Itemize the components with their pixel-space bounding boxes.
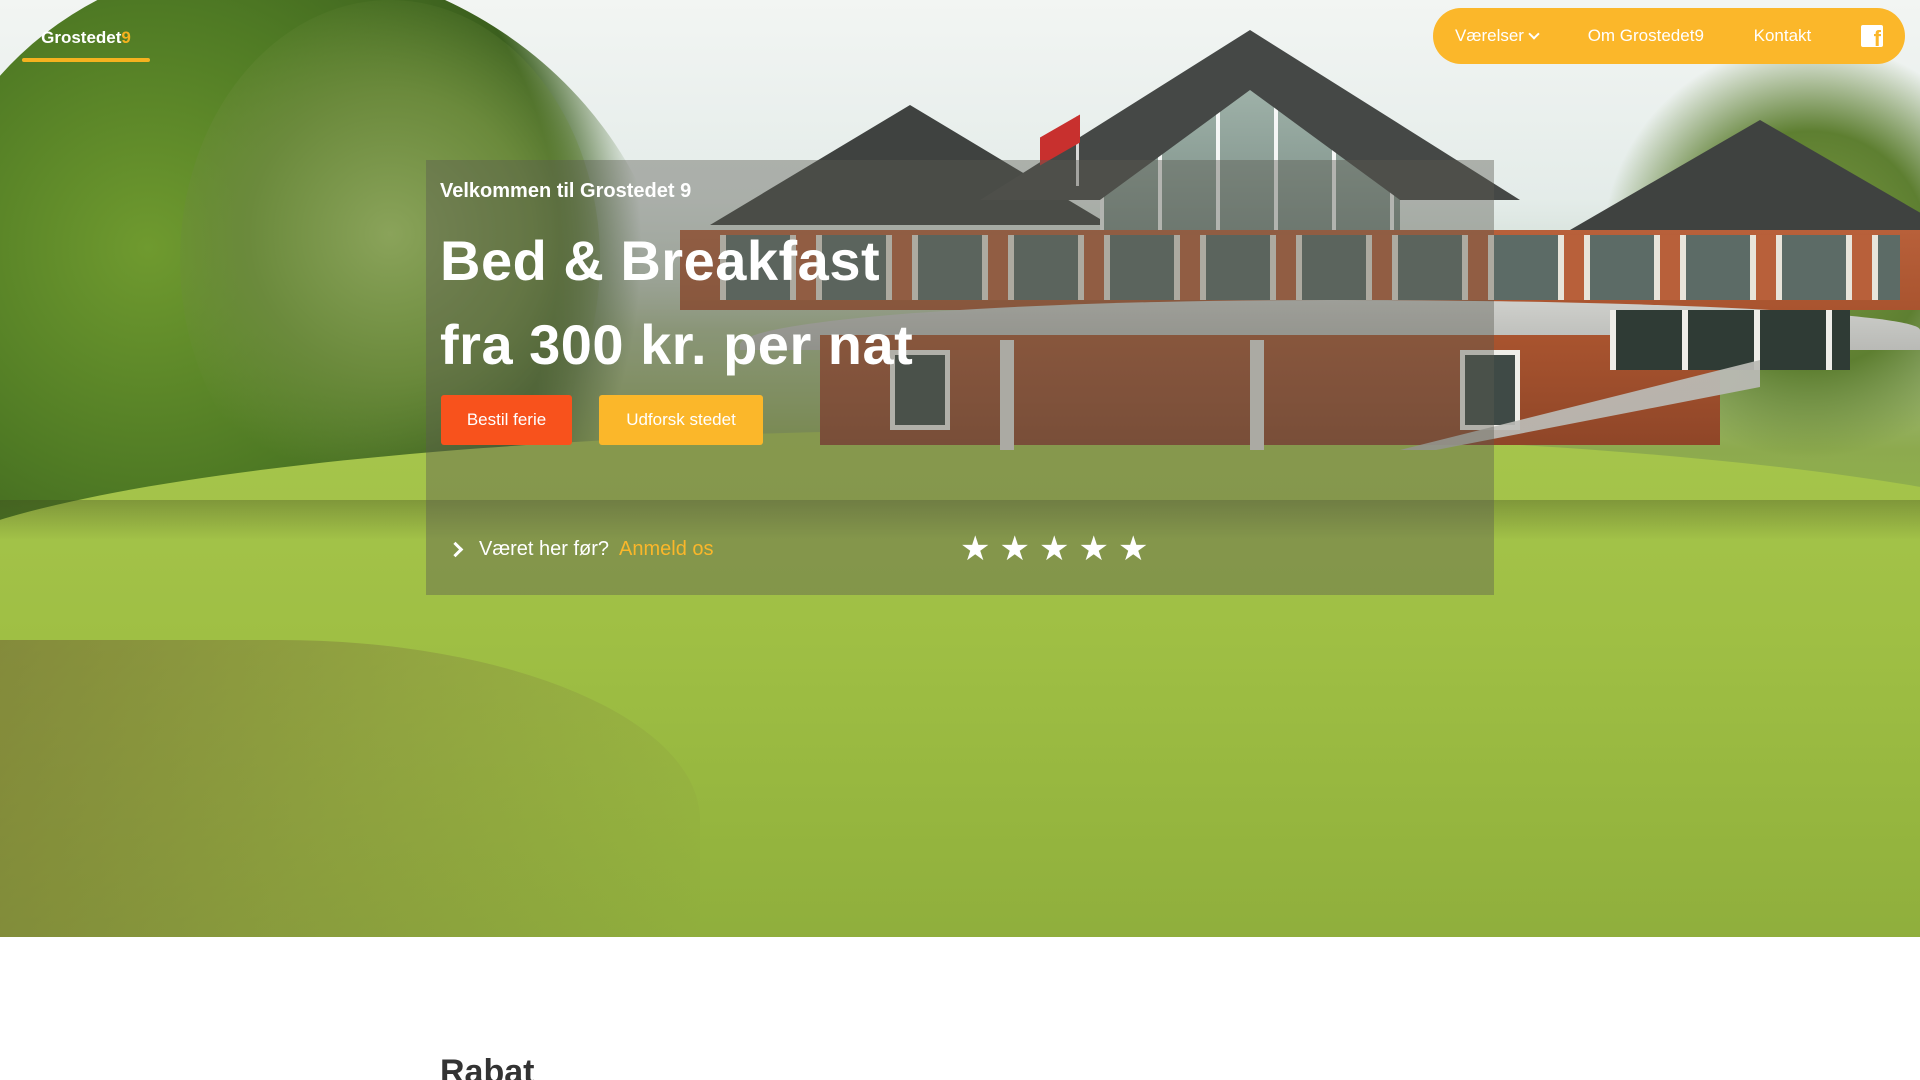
- star-icon[interactable]: ★: [999, 532, 1029, 566]
- roof-right: [1570, 120, 1920, 230]
- star-icon[interactable]: ★: [1039, 532, 1069, 566]
- nav-about-link[interactable]: Om Grostedet9: [1588, 26, 1704, 46]
- book-vacation-button[interactable]: Bestil ferie: [441, 395, 572, 445]
- main-nav: Værelser Om Grostedet9 Kontakt f: [1433, 8, 1905, 64]
- hero-headline-line1: Bed & Breakfast: [440, 229, 881, 292]
- hero-headline-line2: fra 300 kr. per nat: [440, 313, 914, 376]
- site-logo[interactable]: Grostedet 9: [22, 14, 150, 62]
- logo-active-underline: [22, 58, 150, 62]
- star-icon[interactable]: ★: [1118, 532, 1148, 566]
- nav-contact-link[interactable]: Kontakt: [1754, 26, 1812, 46]
- chevron-down-icon: [1528, 28, 1540, 40]
- explore-place-button[interactable]: Udforsk stedet: [599, 395, 763, 445]
- review-prompt: Været her før? Anmeld os: [447, 538, 714, 561]
- chevron-right-icon: [447, 541, 464, 558]
- star-icon[interactable]: ★: [960, 532, 990, 566]
- star-icon[interactable]: ★: [1078, 532, 1108, 566]
- nav-rooms-dropdown[interactable]: Værelser: [1455, 26, 1540, 46]
- section-title-discount: Rabat: [440, 1053, 535, 1080]
- logo-number: 9: [121, 28, 131, 47]
- nav-contact-label: Kontakt: [1753, 26, 1812, 45]
- logo-text: Grostedet: [41, 28, 122, 47]
- review-us-link[interactable]: Anmeld os: [619, 538, 714, 561]
- nav-rooms-label: Værelser: [1455, 26, 1524, 45]
- right-windows: [1610, 310, 1850, 370]
- rating-stars: ★ ★ ★ ★ ★: [960, 532, 1148, 566]
- nav-about-label: Om Grostedet9: [1587, 26, 1704, 45]
- review-question: Været her før?: [479, 538, 610, 560]
- hero-welcome-text: Velkommen til Grostedet 9: [440, 180, 692, 202]
- facebook-icon[interactable]: f: [1861, 25, 1883, 50]
